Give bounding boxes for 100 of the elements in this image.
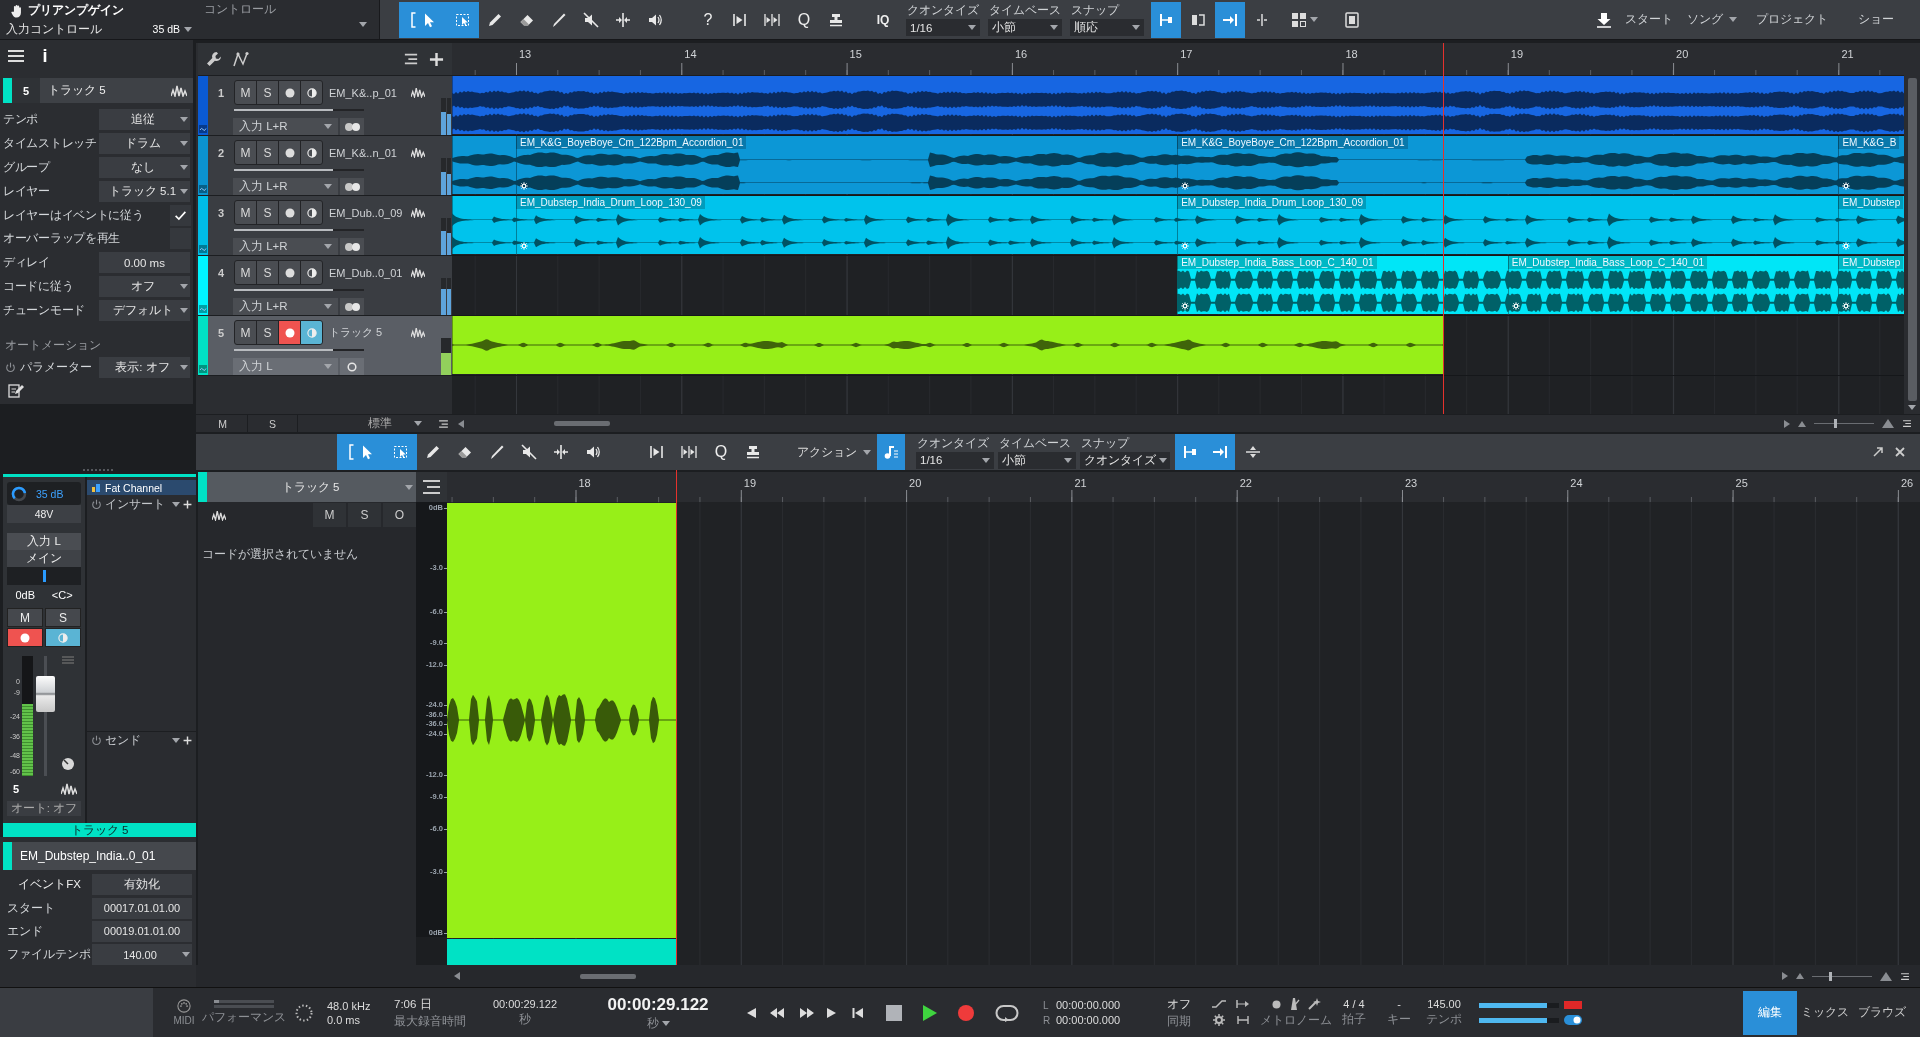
dropdown[interactable]: クオンタイズ [1080,451,1170,469]
audio-clip[interactable]: EM_K&G_B [1838,136,1904,194]
solo-button[interactable]: S [256,200,279,225]
key-value[interactable]: - [1397,998,1401,1010]
power-icon[interactable] [91,735,102,746]
quantize-button[interactable]: Q [705,434,737,470]
waveform-icon[interactable] [212,509,226,521]
large-triangle-icon[interactable] [1880,971,1892,981]
track-header[interactable]: 2 M S EM_K&..n_01 入力 L+R [208,136,452,195]
track-name[interactable]: EM_Dub..0_09 [329,206,411,219]
channel-mode-button[interactable] [340,358,364,375]
audio-clip[interactable] [452,196,516,254]
track-name[interactable]: EM_Dub..0_01 [329,266,411,279]
line-triangles-icon[interactable] [1245,444,1261,460]
page-tab[interactable]: ショー [1832,0,1920,40]
info-button[interactable]: i [40,44,50,68]
channel-mode-button[interactable] [340,298,364,315]
audio-clip[interactable] [452,136,516,194]
curve-icon[interactable] [232,51,250,67]
gear-icon[interactable] [1213,1014,1225,1026]
audio-clip[interactable] [452,76,1904,134]
dropdown[interactable]: 順応 [1070,19,1144,36]
triangle-right-icon[interactable] [826,1006,838,1019]
triangle-left-icon[interactable] [458,419,464,428]
track-header[interactable]: 1 M S EM_K&..p_01 入力 L+R [208,76,452,135]
tempo-value[interactable]: 145.00 [1427,998,1461,1010]
snap-button[interactable] [1215,1,1245,38]
loop-end[interactable]: 00:00:00.000 [1056,1014,1139,1026]
mute-button[interactable]: M [234,80,257,105]
menu-icon[interactable] [8,50,24,62]
clip-indicator[interactable] [1564,1001,1582,1009]
plus-icon[interactable] [183,736,192,745]
plugin-slot[interactable]: Fat Channel [87,480,196,495]
fader-thumb[interactable] [36,676,55,713]
wand-icon[interactable] [1306,997,1321,1011]
page-tab[interactable]: スタート [1620,0,1678,40]
input-dropdown[interactable]: 入力 L [233,358,338,375]
bar-arrow-icon[interactable] [1235,999,1251,1009]
gain-dropdown[interactable]: 35 dB [152,23,192,35]
skip-back-icon[interactable] [852,1006,864,1019]
waveform-icon[interactable] [171,84,187,97]
caret-icon[interactable] [172,738,180,743]
gain-knob-icon[interactable] [11,485,27,502]
event-name[interactable]: EM_Dubstep_India..0_01 [12,842,196,870]
dropdown[interactable]: デフォルト [99,299,190,321]
value-field[interactable]: 0.00 ms [99,252,190,274]
expand-icon[interactable] [1872,446,1884,458]
monitor-button[interactable] [300,260,323,285]
list-icon[interactable] [403,52,419,66]
pan-slider[interactable] [7,567,81,585]
phantom-power-button[interactable]: 48V [7,505,81,523]
monitor-button[interactable] [300,320,323,345]
track-header[interactable]: 4 M S EM_Dub..0_01 入力 L+R [208,256,452,315]
plus-icon[interactable] [183,499,192,509]
note-quantize-button[interactable] [877,434,905,470]
power-icon[interactable] [91,498,102,510]
power-icon[interactable] [5,361,16,373]
download-icon[interactable] [1596,11,1612,28]
input-dropdown[interactable]: 入力 L+R [233,298,338,315]
waveform-icon[interactable] [61,783,77,795]
timeline-ruler[interactable]: 18 19 20 21 22 23 24 25 26 [447,472,1920,502]
mute-button[interactable]: M [234,200,257,225]
rewind-icon[interactable] [769,1006,785,1019]
dropdown[interactable]: ドラム [99,133,190,155]
triangle-right-icon[interactable] [1784,419,1790,428]
play-icon[interactable] [922,1003,938,1022]
waveform-icon[interactable] [411,267,425,278]
solo-button[interactable]: S [256,80,279,105]
channel-mode-button[interactable] [340,178,364,195]
record-arm-button[interactable] [278,320,301,345]
solo-button[interactable]: S [256,260,279,285]
ramp-icon[interactable] [1211,999,1227,1009]
snap-button[interactable] [1151,1,1181,38]
list-icon[interactable] [416,472,447,502]
list-icon[interactable] [438,418,449,429]
input-dropdown[interactable]: 入力 L+R [233,238,338,255]
monitor-button[interactable] [300,200,323,225]
time-signature[interactable]: 4 / 4 [1343,998,1365,1010]
channel-mode-button[interactable] [340,118,364,135]
audio-clip[interactable] [452,316,1443,374]
track-name[interactable]: EM_K&..p_01 [329,86,411,99]
dropdown[interactable]: 140.00 [92,944,192,966]
dropdown[interactable]: 1/16 [916,451,994,469]
dropdown[interactable]: オフ [99,275,190,297]
monitor-button[interactable] [45,628,81,647]
record-arm-button[interactable] [278,80,301,105]
dropdown[interactable]: なし [99,157,190,178]
input-dropdown[interactable]: 入力 L+R [233,178,338,195]
mute-button[interactable]: M [7,608,43,627]
vertical-scrollbar[interactable] [1904,43,1920,414]
small-triangle-icon[interactable] [1796,973,1804,979]
value-field[interactable]: 00019.01.01.00 [92,920,192,942]
value-field[interactable]: 00017.01.01.00 [92,897,192,919]
checkbox[interactable] [170,204,191,226]
track-header[interactable]: 5 M S トラック 5 入力 L [208,316,452,375]
toggle-button[interactable]: M [313,503,346,527]
output-selector[interactable]: メイン [7,550,81,567]
caret-icon[interactable] [359,22,367,27]
dropdown[interactable]: 1/16 [906,19,980,36]
triangle-left-icon[interactable] [745,1006,757,1019]
